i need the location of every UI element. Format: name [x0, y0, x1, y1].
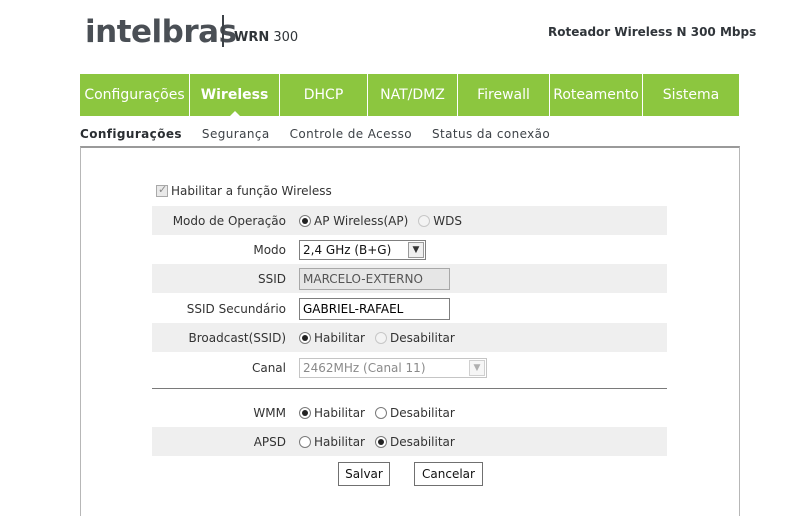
mode-label: Modo	[253, 242, 286, 257]
intelbras-logo: intelbras	[85, 12, 237, 52]
wmm-enable-radio[interactable]	[299, 406, 311, 419]
subnav-controle-acesso[interactable]: Controle de Acesso	[290, 127, 412, 141]
nav-tab-sistema[interactable]: Sistema	[643, 74, 739, 116]
active-tab-caret-icon	[228, 111, 241, 117]
apsd-label: APSD	[253, 434, 286, 449]
nav-tab-dhcp[interactable]: DHCP	[280, 74, 368, 116]
ssid-row: SSID MARCELO-EXTERNO	[152, 264, 667, 293]
enable-wireless-row: Habilitar a função Wireless	[156, 183, 332, 198]
wmm-disable-label: Desabilitar	[390, 405, 455, 420]
wmm-enable-label: Habilitar	[314, 405, 365, 420]
model-name: WRN 300	[234, 30, 298, 45]
nav-tab-label: Wireless	[200, 87, 269, 103]
nav-tab-label: NAT/DMZ	[380, 87, 445, 103]
wmm-row: WMM Habilitar Desabilitar	[152, 398, 667, 427]
ssid-input[interactable]: MARCELO-EXTERNO	[299, 267, 450, 290]
wmm-label: WMM	[253, 405, 286, 420]
product-title: Roteador Wireless N 300 Mbps	[548, 25, 757, 39]
nav-tab-roteamento[interactable]: Roteamento	[550, 74, 643, 116]
secondary-ssid-input-value: GABRIEL-RAFAEL	[303, 301, 404, 316]
wmm-disable-radio[interactable]	[375, 406, 387, 419]
cancel-button[interactable]: Cancelar	[414, 462, 483, 486]
operation-mode-wds-radio[interactable]	[418, 214, 431, 227]
nav-tab-label: Firewall	[477, 87, 530, 103]
secondary-ssid-row: SSID Secundário GABRIEL-RAFAEL	[152, 294, 667, 323]
nav-tab-nat-dmz[interactable]: NAT/DMZ	[368, 74, 458, 116]
mode-select[interactable]: 2,4 GHz (B+G) ▼	[299, 239, 426, 260]
channel-row: Canal 2462MHz (Canal 11) ▼	[152, 353, 667, 382]
model-prefix: WRN	[234, 30, 270, 45]
operation-mode-wds-label: WDS	[433, 213, 463, 228]
ssid-input-value: MARCELO-EXTERNO	[303, 271, 423, 286]
nav-tab-label: Configurações	[84, 87, 185, 103]
broadcast-enable-label: Habilitar	[314, 330, 365, 345]
apsd-enable-label: Habilitar	[314, 434, 365, 449]
section-divider	[152, 388, 667, 389]
subnav-seguranca[interactable]: Segurança	[202, 127, 270, 141]
main-nav: Configurações Wireless DHCP NAT/DMZ Fire…	[80, 74, 739, 117]
save-button[interactable]: Salvar	[338, 462, 390, 486]
operation-mode-ap-label: AP Wireless(AP)	[314, 213, 409, 228]
enable-wireless-checkbox[interactable]	[156, 183, 168, 197]
enable-wireless-label: Habilitar a função Wireless	[171, 184, 332, 198]
broadcast-enable-radio[interactable]	[299, 331, 311, 344]
chevron-down-icon: ▼	[408, 241, 424, 258]
mode-row: Modo 2,4 GHz (B+G) ▼	[152, 235, 667, 264]
secondary-ssid-label: SSID Secundário	[186, 301, 286, 316]
nav-tab-wireless[interactable]: Wireless	[190, 74, 280, 117]
nav-tab-label: Sistema	[662, 87, 720, 103]
apsd-disable-label: Desabilitar	[390, 434, 455, 449]
router-admin-page: intelbras WRN 300 Roteador Wireless N 30…	[0, 0, 800, 516]
logo-separator	[222, 15, 224, 47]
apsd-disable-radio[interactable]	[375, 435, 387, 448]
logo-text: intelbras	[85, 14, 237, 50]
channel-select[interactable]: 2462MHz (Canal 11) ▼	[299, 357, 487, 378]
nav-tab-configuracoes[interactable]: Configurações	[80, 74, 190, 116]
channel-select-value: 2462MHz (Canal 11)	[303, 360, 426, 375]
nav-tab-label: DHCP	[303, 87, 344, 103]
mode-select-value: 2,4 GHz (B+G)	[303, 242, 392, 257]
operation-mode-ap-radio[interactable]	[299, 214, 311, 227]
operation-mode-label: Modo de Operação	[172, 213, 286, 228]
operation-mode-row: Modo de Operação AP Wireless(AP) WDS	[152, 206, 667, 235]
broadcast-ssid-row: Broadcast(SSID) Habilitar Desabilitar	[152, 323, 667, 352]
subnav-configuracoes[interactable]: Configurações	[80, 127, 182, 141]
broadcast-disable-radio[interactable]	[375, 331, 387, 344]
ssid-label: SSID	[257, 271, 286, 286]
subnav-status-conexao[interactable]: Status da conexão	[432, 127, 550, 141]
model-number: 300	[273, 30, 299, 45]
apsd-row: APSD Habilitar Desabilitar	[152, 427, 667, 456]
broadcast-ssid-label: Broadcast(SSID)	[188, 330, 287, 345]
chevron-down-icon: ▼	[469, 359, 485, 376]
nav-tab-firewall[interactable]: Firewall	[458, 74, 550, 116]
broadcast-disable-label: Desabilitar	[390, 330, 455, 345]
sub-nav: Configurações Segurança Controle de Aces…	[80, 127, 570, 141]
secondary-ssid-input[interactable]: GABRIEL-RAFAEL	[299, 297, 450, 320]
channel-label: Canal	[251, 360, 286, 375]
nav-tab-label: Roteamento	[553, 87, 639, 103]
apsd-enable-radio[interactable]	[299, 435, 311, 448]
